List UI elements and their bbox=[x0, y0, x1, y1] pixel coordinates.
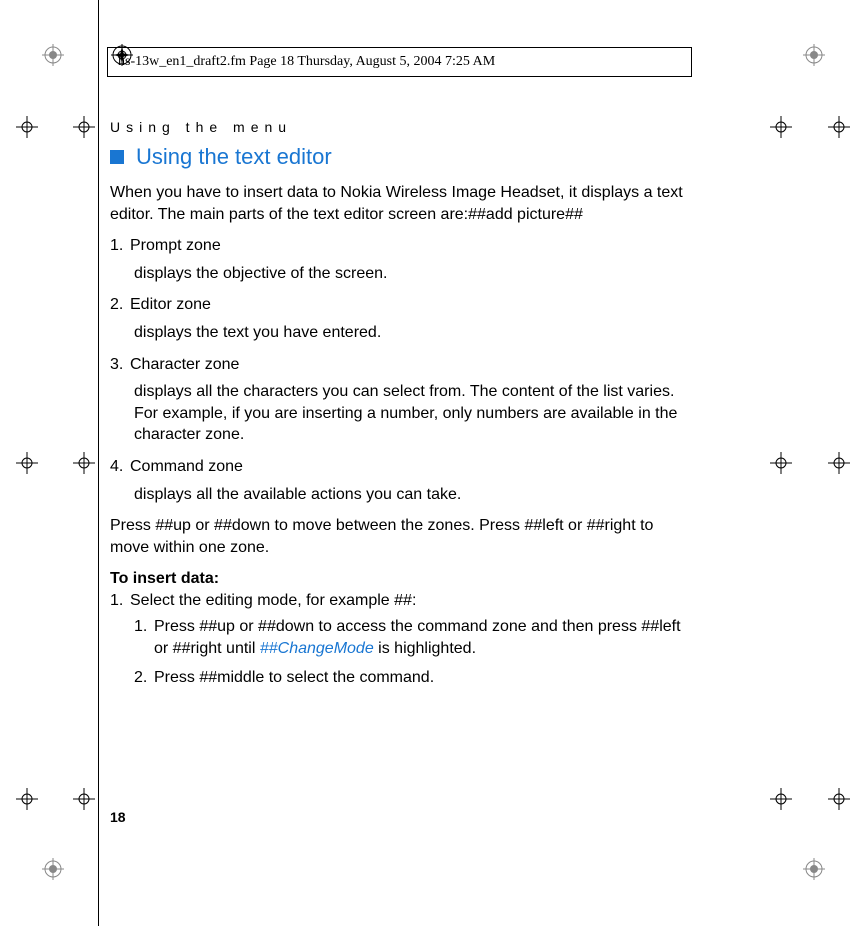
list-description: displays all the available actions you c… bbox=[134, 484, 692, 506]
list-number: 4. bbox=[110, 456, 130, 478]
page-header-box: hs-13w_en1_draft2.fm Page 18 Thursday, A… bbox=[107, 47, 692, 77]
list-description: displays the text you have entered. bbox=[134, 322, 692, 344]
page-content: Using the text editor When you have to i… bbox=[110, 140, 692, 697]
navigation-paragraph: Press ##up or ##down to move between the… bbox=[110, 515, 692, 558]
crop-mark-icon bbox=[16, 116, 38, 138]
list-label: Editor zone bbox=[130, 296, 211, 313]
reg-mark-icon bbox=[42, 858, 64, 880]
list-number: 1. bbox=[110, 590, 130, 612]
list-number: 2. bbox=[110, 294, 130, 316]
title-row: Using the text editor bbox=[110, 144, 692, 170]
page-header-text: hs-13w_en1_draft2.fm Page 18 Thursday, A… bbox=[118, 54, 495, 69]
crop-mark-icon bbox=[73, 452, 95, 474]
intro-paragraph: When you have to insert data to Nokia Wi… bbox=[110, 182, 692, 225]
list-label: Command zone bbox=[130, 458, 243, 475]
text-after: is highlighted. bbox=[374, 640, 476, 657]
crop-mark-icon bbox=[16, 788, 38, 810]
list-description: displays all the characters you can sele… bbox=[134, 381, 692, 446]
page-title: Using the text editor bbox=[136, 144, 332, 170]
list-label: Character zone bbox=[130, 356, 239, 373]
list-number: 1. bbox=[110, 235, 130, 257]
list-number: 1. bbox=[134, 616, 154, 659]
crop-mark-icon bbox=[73, 116, 95, 138]
list-item: 3.Character zone bbox=[110, 354, 692, 376]
list-item: 1.Prompt zone bbox=[110, 235, 692, 257]
crop-mark-icon bbox=[828, 116, 850, 138]
reg-mark-icon bbox=[803, 44, 825, 66]
crop-mark-icon bbox=[16, 452, 38, 474]
list-label: Prompt zone bbox=[130, 237, 221, 254]
crop-mark-icon bbox=[828, 452, 850, 474]
list-description: displays the objective of the screen. bbox=[134, 263, 692, 285]
changemode-link[interactable]: ##ChangeMode bbox=[260, 640, 374, 657]
crop-mark-icon bbox=[770, 788, 792, 810]
insert-heading: To insert data: bbox=[110, 570, 692, 588]
list-item: 2. Press ##middle to select the command. bbox=[134, 667, 692, 689]
list-item: 1.Select the editing mode, for example #… bbox=[110, 590, 692, 612]
page-number: 18 bbox=[110, 809, 126, 825]
crop-mark-icon bbox=[73, 788, 95, 810]
list-item: 1. Press ##up or ##down to access the co… bbox=[134, 616, 692, 659]
list-number: 2. bbox=[134, 667, 154, 689]
substep-text: Press ##up or ##down to access the comma… bbox=[154, 616, 692, 659]
substep-text: Press ##middle to select the command. bbox=[154, 667, 434, 689]
list-item: 4.Command zone bbox=[110, 456, 692, 478]
list-item: 2.Editor zone bbox=[110, 294, 692, 316]
crop-mark-icon bbox=[770, 452, 792, 474]
list-label: Select the editing mode, for example ##: bbox=[130, 592, 416, 609]
reg-mark-icon bbox=[42, 44, 64, 66]
crop-mark-icon bbox=[828, 788, 850, 810]
guide-line bbox=[98, 0, 99, 926]
bullet-square-icon bbox=[110, 150, 124, 164]
reg-mark-icon bbox=[803, 858, 825, 880]
section-header: Using the menu bbox=[110, 119, 292, 135]
zone-list: 1.Prompt zone displays the objective of … bbox=[110, 235, 692, 505]
crop-mark-icon bbox=[770, 116, 792, 138]
substep-list: 1. Press ##up or ##down to access the co… bbox=[134, 616, 692, 689]
list-number: 3. bbox=[110, 354, 130, 376]
